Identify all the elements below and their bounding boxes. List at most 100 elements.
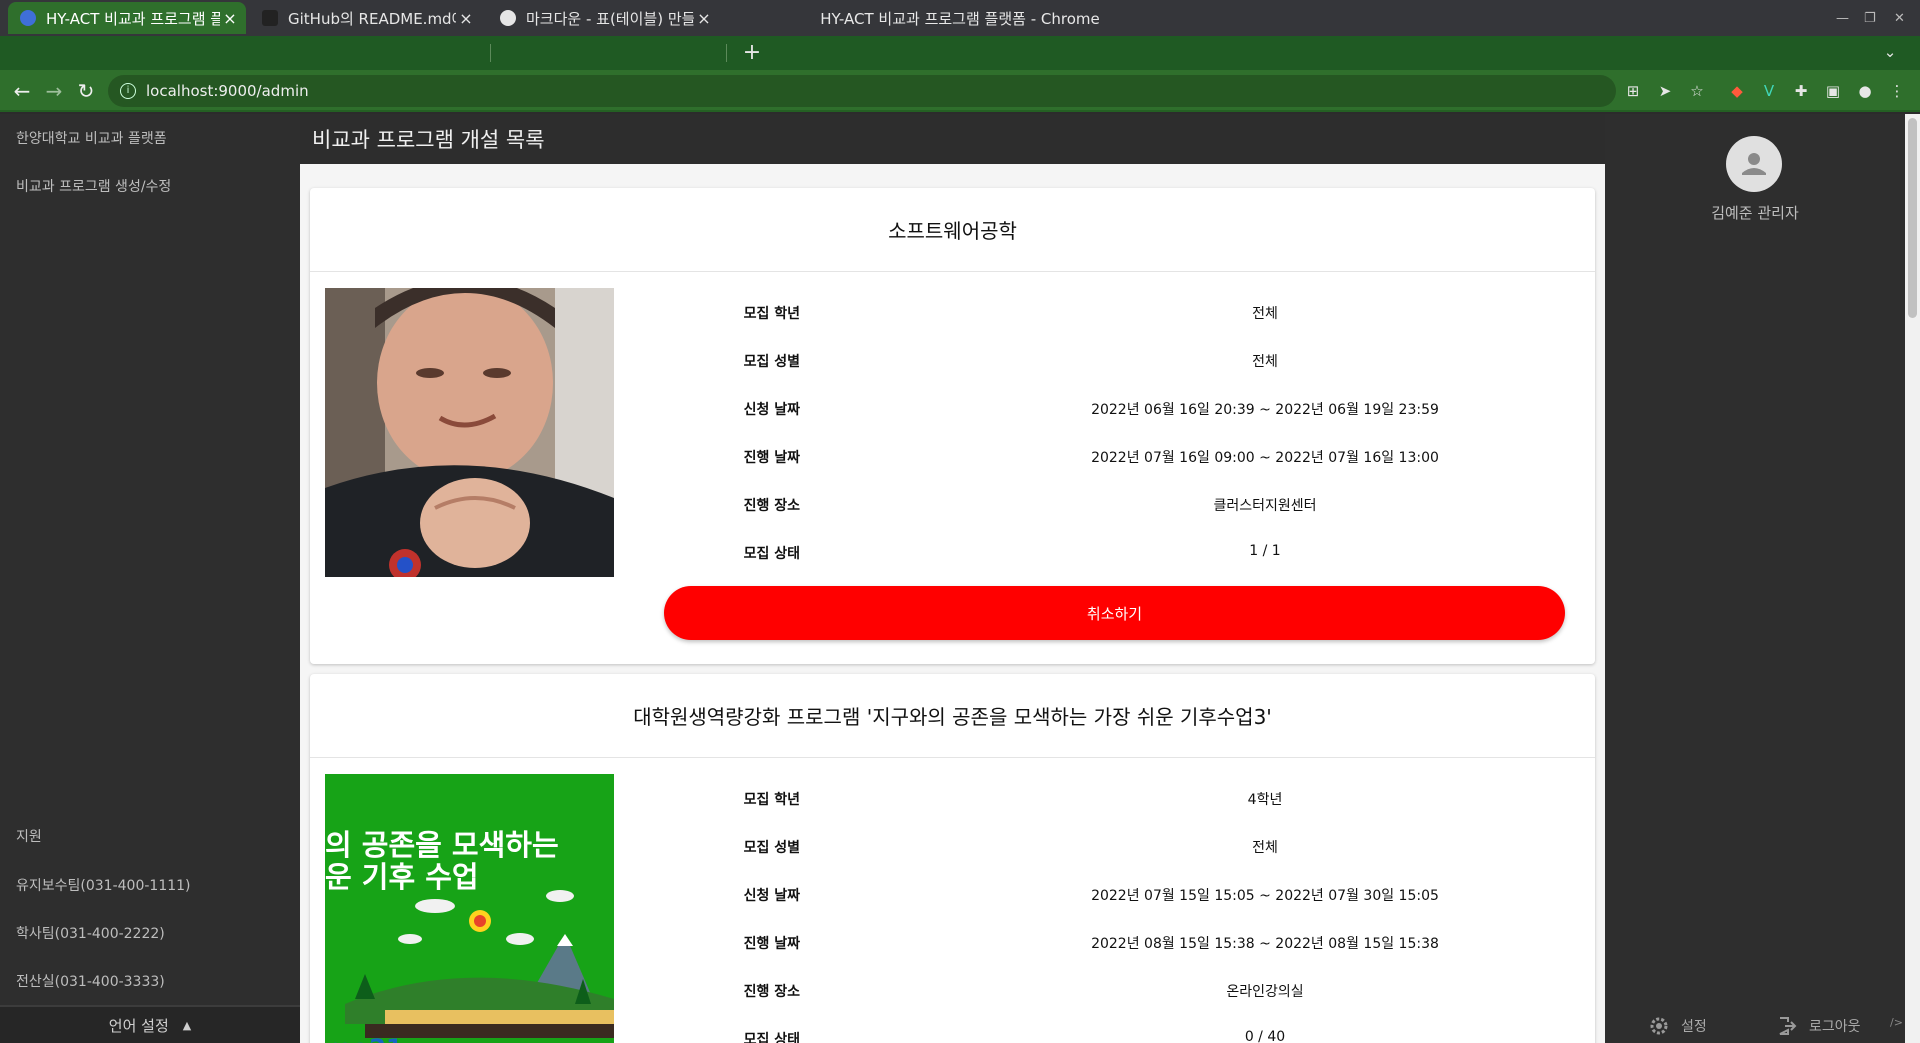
- close-window-icon[interactable]: ✕: [1894, 0, 1905, 36]
- info-row-location: 진행 장소 온라인강의실: [640, 981, 1560, 1001]
- close-tab-icon[interactable]: ×: [220, 9, 240, 28]
- hy-act-favicon-icon: [20, 10, 36, 26]
- site-info-icon[interactable]: i: [120, 83, 136, 99]
- dev-code-marker: />: [1890, 1016, 1903, 1029]
- page-scrollbar[interactable]: [1905, 114, 1920, 1043]
- user-panel: 김예준 관리자 설정 로그아웃: [1605, 114, 1905, 1043]
- settings-label: 설정: [1681, 1019, 1707, 1035]
- row-label: 진행 장소: [743, 498, 800, 514]
- program-card: 소프트웨어공학 모집 학년 전체 모집 성별 전체 신청 날짜 2022년 06…: [310, 188, 1595, 664]
- info-row-status: 모집 상태 1 / 1: [640, 543, 1560, 563]
- row-value: 클러스터지원센터: [1213, 498, 1317, 514]
- side-panel-icon[interactable]: ▣: [1820, 77, 1846, 105]
- cancel-application-button[interactable]: 취소하기: [664, 586, 1565, 640]
- logout-button[interactable]: 로그아웃: [1777, 1015, 1861, 1037]
- profile-icon[interactable]: ●: [1852, 77, 1878, 105]
- row-value: 1 / 1: [1249, 543, 1281, 559]
- program-title: 대학원생역량강화 프로그램 '지구와의 공존을 모색하는 가장 쉬운 기후수업3…: [310, 674, 1595, 758]
- row-value: 2022년 07월 16일 09:00 ~ 2022년 07월 16일 13:0…: [1091, 450, 1439, 466]
- row-label: 모집 학년: [743, 306, 800, 322]
- language-label: 언어 설정: [108, 1016, 169, 1035]
- back-arrow-icon[interactable]: ←: [8, 77, 36, 105]
- row-value: 0 / 40: [1244, 1029, 1286, 1043]
- close-tab-icon[interactable]: ×: [456, 9, 476, 28]
- row-value: 전체: [1252, 306, 1278, 322]
- tab-divider: [726, 44, 727, 62]
- row-value: 전체: [1252, 354, 1278, 370]
- poster-line-2: 운 기후 수업: [325, 860, 479, 894]
- send-icon[interactable]: ➤: [1652, 77, 1678, 105]
- info-row-apply-date: 신청 날짜 2022년 07월 15일 15:05 ~ 2022년 07월 30…: [640, 885, 1560, 905]
- minimize-icon[interactable]: —: [1836, 0, 1849, 36]
- info-row-gender: 모집 성별 전체: [640, 351, 1560, 371]
- info-row-grade: 모집 학년 4학년: [640, 789, 1560, 809]
- program-list: 소프트웨어공학 모집 학년 전체 모집 성별 전체 신청 날짜 2022년 06…: [300, 164, 1605, 1043]
- sidebar: 한양대학교 비교과 플랫폼 비교과 프로그램 생성/수정 지원 유지보수팀(03…: [0, 114, 300, 1043]
- address-bar[interactable]: i localhost:9000/admin: [108, 75, 1616, 107]
- restore-icon[interactable]: ❐: [1864, 0, 1876, 36]
- row-label: 모집 성별: [743, 840, 800, 856]
- globe-icon: [500, 10, 516, 26]
- settings-button[interactable]: 설정: [1649, 1015, 1707, 1037]
- row-label: 진행 날짜: [743, 450, 800, 466]
- tab-markdown-table[interactable]: 마크다운 - 표(테이블) 만들기 ×: [488, 2, 720, 34]
- row-label: 진행 장소: [743, 984, 800, 1000]
- avatar[interactable]: [1726, 136, 1782, 192]
- window-title: HY-ACT 비교과 프로그램 플랫폼 - Chrome: [820, 9, 1100, 28]
- row-label: 신청 날짜: [743, 402, 800, 418]
- info-row-run-date: 진행 날짜 2022년 07월 16일 09:00 ~ 2022년 07월 16…: [640, 447, 1560, 467]
- vue-devtools-icon[interactable]: V: [1756, 77, 1782, 105]
- tab-label: HY-ACT 비교과 프로그램 플: [46, 9, 220, 28]
- row-value: 2022년 08월 15일 15:38 ~ 2022년 08월 15일 15:3…: [1091, 936, 1439, 952]
- sidebar-contact-academic[interactable]: 학사팀(031-400-2222): [16, 923, 165, 943]
- info-row-location: 진행 장소 클러스터지원센터: [640, 495, 1560, 515]
- tab-label: 마크다운 - 표(테이블) 만들기: [526, 9, 694, 28]
- github-favicon-icon: [262, 10, 278, 26]
- browser-toolbar: ← → ↻ i localhost:9000/admin ⊞ ➤ ☆ ◆ V ✚…: [0, 70, 1920, 112]
- gear-icon: [1650, 1017, 1668, 1035]
- sidebar-contact-maintenance[interactable]: 유지보수팀(031-400-1111): [16, 875, 191, 895]
- row-value: 온라인강의실: [1226, 984, 1304, 1000]
- program-poster: 의 공존을 모색하는 운 기후 수업 rea21: [325, 774, 614, 1043]
- row-label: 모집 학년: [743, 792, 800, 808]
- info-row-gender: 모집 성별 전체: [640, 837, 1560, 857]
- info-row-run-date: 진행 날짜 2022년 08월 15일 15:38 ~ 2022년 08월 15…: [640, 933, 1560, 953]
- extensions-puzzle-icon[interactable]: ✚: [1788, 77, 1814, 105]
- row-label: 신청 날짜: [743, 888, 800, 904]
- close-tab-icon[interactable]: ×: [694, 9, 714, 28]
- user-name: 김예준 관리자: [1711, 204, 1799, 222]
- row-value: 4학년: [1247, 792, 1283, 808]
- url-text[interactable]: localhost:9000/admin: [146, 82, 309, 100]
- extension-red-icon[interactable]: ◆: [1724, 77, 1750, 105]
- tab-github-readme[interactable]: GitHub의 README.md에 ×: [250, 2, 482, 34]
- chrome-menu-icon[interactable]: ⋮: [1884, 77, 1910, 105]
- row-label: 진행 날짜: [743, 936, 800, 952]
- poster-badge: rea21: [325, 1034, 403, 1043]
- sidebar-contact-it[interactable]: 전산실(031-400-3333): [16, 971, 165, 991]
- tab-strip: [0, 36, 1920, 70]
- new-tab-button[interactable]: +: [738, 38, 766, 66]
- sidebar-support-heading: 지원: [16, 829, 42, 845]
- row-label: 모집 상태: [743, 1032, 800, 1043]
- bookmark-star-icon[interactable]: ☆: [1684, 77, 1710, 105]
- sidebar-title[interactable]: 한양대학교 비교과 플랫폼: [16, 128, 167, 148]
- row-value: 2022년 07월 15일 15:05 ~ 2022년 07월 30일 15:0…: [1091, 888, 1439, 904]
- scrollbar-thumb[interactable]: [1908, 118, 1917, 318]
- tab-divider: [490, 44, 491, 62]
- logout-icon: [1779, 1017, 1797, 1035]
- language-settings-button[interactable]: 언어 설정 ▲: [0, 1005, 300, 1043]
- info-row-status: 모집 상태 0 / 40: [640, 1029, 1560, 1043]
- sidebar-item-program-edit[interactable]: 비교과 프로그램 생성/수정: [16, 176, 171, 196]
- tab-hy-act[interactable]: HY-ACT 비교과 프로그램 플 ×: [8, 2, 246, 34]
- caret-up-icon: ▲: [182, 1018, 192, 1032]
- forward-arrow-icon[interactable]: →: [40, 77, 68, 105]
- info-row-apply-date: 신청 날짜 2022년 06월 16일 20:39 ~ 2022년 06월 19…: [640, 399, 1560, 419]
- row-label: 모집 상태: [743, 546, 800, 562]
- program-card: 대학원생역량강화 프로그램 '지구와의 공존을 모색하는 가장 쉬운 기후수업3…: [310, 674, 1595, 1043]
- tab-search-chevron-icon[interactable]: ⌄: [1876, 38, 1904, 66]
- program-thumbnail: [325, 288, 614, 577]
- row-value: 전체: [1252, 840, 1278, 856]
- info-row-grade: 모집 학년 전체: [640, 303, 1560, 323]
- reload-icon[interactable]: ↻: [72, 77, 100, 105]
- translate-icon[interactable]: ⊞: [1620, 77, 1646, 105]
